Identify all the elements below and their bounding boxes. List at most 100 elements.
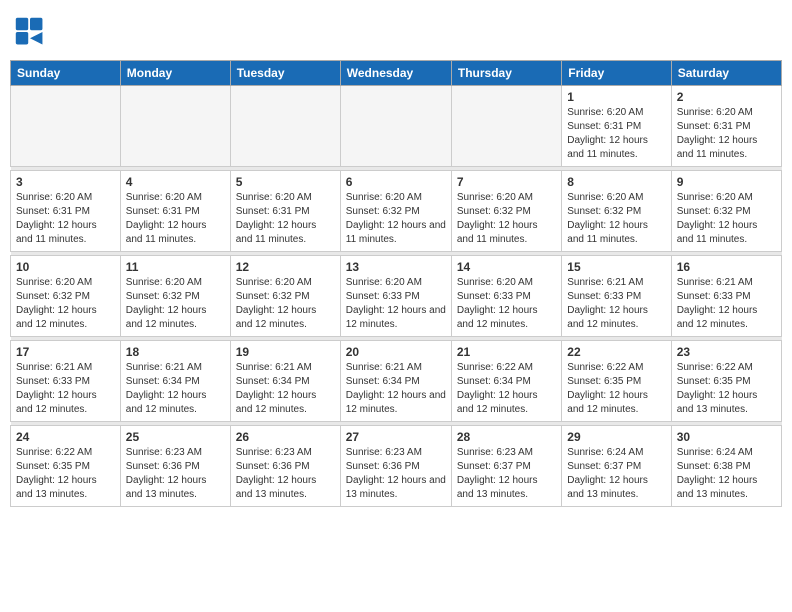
week-row-3: 10 Sunrise: 6:20 AM Sunset: 6:32 PM Dayli… xyxy=(11,256,782,337)
calendar-cell: 25 Sunrise: 6:23 AM Sunset: 6:36 PM Dayli… xyxy=(120,426,230,507)
day-number: 2 xyxy=(677,90,776,104)
day-info: Sunrise: 6:20 AM Sunset: 6:31 PM Dayligh… xyxy=(16,191,115,247)
day-number: 3 xyxy=(16,175,115,189)
day-number: 25 xyxy=(126,430,225,444)
calendar-cell: 5 Sunrise: 6:20 AM Sunset: 6:31 PM Daylig… xyxy=(230,171,340,252)
day-info: Sunrise: 6:20 AM Sunset: 6:32 PM Dayligh… xyxy=(346,191,446,247)
page-header xyxy=(10,10,782,54)
logo-icon xyxy=(14,16,46,48)
day-info: Sunrise: 6:21 AM Sunset: 6:33 PM Dayligh… xyxy=(567,276,665,332)
calendar-cell: 14 Sunrise: 6:20 AM Sunset: 6:33 PM Dayli… xyxy=(451,256,561,337)
day-number: 24 xyxy=(16,430,115,444)
day-number: 5 xyxy=(236,175,335,189)
calendar-cell: 11Sunrise: 6:20 AM Sunset: 6:32 PM Dayli… xyxy=(120,256,230,337)
calendar-cell xyxy=(451,86,561,167)
calendar-cell: 18 Sunrise: 6:21 AM Sunset: 6:34 PM Dayli… xyxy=(120,341,230,422)
day-info: Sunrise: 6:21 AM Sunset: 6:34 PM Dayligh… xyxy=(236,361,335,417)
day-info: Sunrise: 6:22 AM Sunset: 6:35 PM Dayligh… xyxy=(16,446,115,502)
day-info: Sunrise: 6:22 AM Sunset: 6:35 PM Dayligh… xyxy=(677,361,776,417)
day-number: 20 xyxy=(346,345,446,359)
weekday-header-friday: Friday xyxy=(562,61,671,86)
day-number: 14 xyxy=(457,260,556,274)
calendar-cell: 1 Sunrise: 6:20 AM Sunset: 6:31 PM Daylig… xyxy=(562,86,671,167)
calendar-cell: 16 Sunrise: 6:21 AM Sunset: 6:33 PM Dayli… xyxy=(671,256,781,337)
weekday-header-wednesday: Wednesday xyxy=(340,61,451,86)
day-info: Sunrise: 6:24 AM Sunset: 6:37 PM Dayligh… xyxy=(567,446,665,502)
day-info: Sunrise: 6:20 AM Sunset: 6:31 PM Dayligh… xyxy=(677,106,776,162)
calendar-cell xyxy=(340,86,451,167)
calendar-cell: 17 Sunrise: 6:21 AM Sunset: 6:33 PM Dayli… xyxy=(11,341,121,422)
week-row-4: 17 Sunrise: 6:21 AM Sunset: 6:33 PM Dayli… xyxy=(11,341,782,422)
calendar-cell: 30 Sunrise: 6:24 AM Sunset: 6:38 PM Dayli… xyxy=(671,426,781,507)
calendar-cell: 3 Sunrise: 6:20 AM Sunset: 6:31 PM Daylig… xyxy=(11,171,121,252)
calendar-cell: 7 Sunrise: 6:20 AM Sunset: 6:32 PM Daylig… xyxy=(451,171,561,252)
logo xyxy=(14,16,50,48)
calendar-cell: 6Sunrise: 6:20 AM Sunset: 6:32 PM Daylig… xyxy=(340,171,451,252)
weekday-header-thursday: Thursday xyxy=(451,61,561,86)
day-info: Sunrise: 6:20 AM Sunset: 6:31 PM Dayligh… xyxy=(236,191,335,247)
day-info: Sunrise: 6:23 AM Sunset: 6:36 PM Dayligh… xyxy=(236,446,335,502)
calendar-cell: 10 Sunrise: 6:20 AM Sunset: 6:32 PM Dayli… xyxy=(11,256,121,337)
calendar-cell xyxy=(11,86,121,167)
calendar-cell: 8 Sunrise: 6:20 AM Sunset: 6:32 PM Daylig… xyxy=(562,171,671,252)
day-number: 27 xyxy=(346,430,446,444)
day-info: Sunrise: 6:21 AM Sunset: 6:34 PM Dayligh… xyxy=(126,361,225,417)
day-number: 13 xyxy=(346,260,446,274)
day-number: 7 xyxy=(457,175,556,189)
day-info: Sunrise: 6:20 AM Sunset: 6:33 PM Dayligh… xyxy=(457,276,556,332)
week-row-1: 1 Sunrise: 6:20 AM Sunset: 6:31 PM Daylig… xyxy=(11,86,782,167)
day-number: 22 xyxy=(567,345,665,359)
calendar-cell: 9Sunrise: 6:20 AM Sunset: 6:32 PM Daylig… xyxy=(671,171,781,252)
day-number: 1 xyxy=(567,90,665,104)
day-info: Sunrise: 6:20 AM Sunset: 6:32 PM Dayligh… xyxy=(16,276,115,332)
day-info: Sunrise: 6:21 AM Sunset: 6:33 PM Dayligh… xyxy=(677,276,776,332)
day-info: Sunrise: 6:21 AM Sunset: 6:34 PM Dayligh… xyxy=(346,361,446,417)
day-info: Sunrise: 6:22 AM Sunset: 6:35 PM Dayligh… xyxy=(567,361,665,417)
calendar-cell: 23 Sunrise: 6:22 AM Sunset: 6:35 PM Dayli… xyxy=(671,341,781,422)
calendar-cell: 19 Sunrise: 6:21 AM Sunset: 6:34 PM Dayli… xyxy=(230,341,340,422)
calendar-cell: 22 Sunrise: 6:22 AM Sunset: 6:35 PM Dayli… xyxy=(562,341,671,422)
day-number: 15 xyxy=(567,260,665,274)
calendar: SundayMondayTuesdayWednesdayThursdayFrid… xyxy=(10,60,782,507)
day-number: 28 xyxy=(457,430,556,444)
day-number: 8 xyxy=(567,175,665,189)
calendar-cell: 4 Sunrise: 6:20 AM Sunset: 6:31 PM Daylig… xyxy=(120,171,230,252)
day-number: 10 xyxy=(16,260,115,274)
day-number: 23 xyxy=(677,345,776,359)
calendar-cell: 26 Sunrise: 6:23 AM Sunset: 6:36 PM Dayli… xyxy=(230,426,340,507)
day-info: Sunrise: 6:24 AM Sunset: 6:38 PM Dayligh… xyxy=(677,446,776,502)
weekday-header-monday: Monday xyxy=(120,61,230,86)
day-number: 26 xyxy=(236,430,335,444)
day-number: 9 xyxy=(677,175,776,189)
day-number: 17 xyxy=(16,345,115,359)
day-number: 12 xyxy=(236,260,335,274)
day-info: Sunrise: 6:23 AM Sunset: 6:37 PM Dayligh… xyxy=(457,446,556,502)
day-info: Sunrise: 6:20 AM Sunset: 6:32 PM Dayligh… xyxy=(567,191,665,247)
calendar-cell: 20 Sunrise: 6:21 AM Sunset: 6:34 PM Dayli… xyxy=(340,341,451,422)
calendar-cell: 2 Sunrise: 6:20 AM Sunset: 6:31 PM Daylig… xyxy=(671,86,781,167)
day-info: Sunrise: 6:20 AM Sunset: 6:31 PM Dayligh… xyxy=(126,191,225,247)
calendar-cell xyxy=(230,86,340,167)
day-info: Sunrise: 6:20 AM Sunset: 6:32 PM Dayligh… xyxy=(457,191,556,247)
calendar-cell: 24 Sunrise: 6:22 AM Sunset: 6:35 PM Dayli… xyxy=(11,426,121,507)
day-number: 11 xyxy=(126,260,225,274)
day-info: Sunrise: 6:20 AM Sunset: 6:32 PM Dayligh… xyxy=(236,276,335,332)
day-number: 21 xyxy=(457,345,556,359)
day-number: 16 xyxy=(677,260,776,274)
calendar-cell: 28 Sunrise: 6:23 AM Sunset: 6:37 PM Dayli… xyxy=(451,426,561,507)
calendar-cell: 21Sunrise: 6:22 AM Sunset: 6:34 PM Dayli… xyxy=(451,341,561,422)
week-row-5: 24 Sunrise: 6:22 AM Sunset: 6:35 PM Dayli… xyxy=(11,426,782,507)
day-info: Sunrise: 6:23 AM Sunset: 6:36 PM Dayligh… xyxy=(126,446,225,502)
day-info: Sunrise: 6:21 AM Sunset: 6:33 PM Dayligh… xyxy=(16,361,115,417)
calendar-cell xyxy=(120,86,230,167)
weekday-header-saturday: Saturday xyxy=(671,61,781,86)
day-number: 4 xyxy=(126,175,225,189)
day-info: Sunrise: 6:20 AM Sunset: 6:31 PM Dayligh… xyxy=(567,106,665,162)
day-number: 30 xyxy=(677,430,776,444)
weekday-header-tuesday: Tuesday xyxy=(230,61,340,86)
calendar-cell: 29Sunrise: 6:24 AM Sunset: 6:37 PM Dayli… xyxy=(562,426,671,507)
day-number: 18 xyxy=(126,345,225,359)
day-number: 19 xyxy=(236,345,335,359)
weekday-header-sunday: Sunday xyxy=(11,61,121,86)
calendar-cell: 12 Sunrise: 6:20 AM Sunset: 6:32 PM Dayli… xyxy=(230,256,340,337)
